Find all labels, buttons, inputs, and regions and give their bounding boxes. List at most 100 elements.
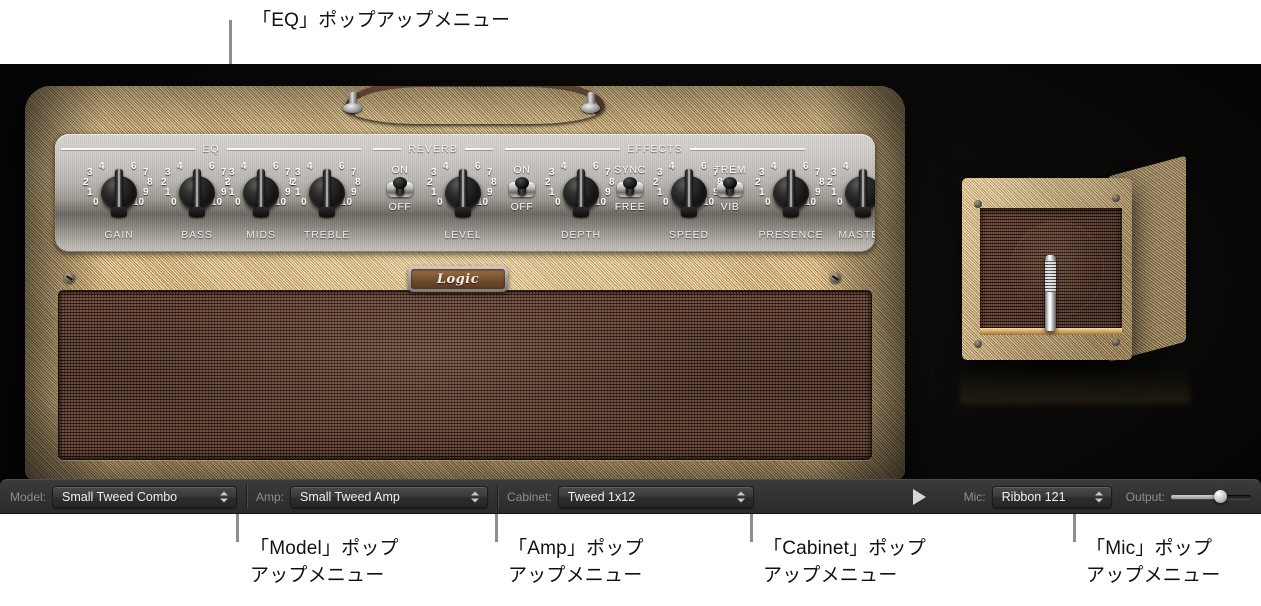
scale-3: 3 (87, 167, 93, 178)
scale-4: 4 (771, 161, 777, 172)
logic-wordmark: Logic (436, 271, 480, 287)
scale-6: 6 (475, 161, 481, 172)
toggle-reverb-onoff[interactable]: ON OFF (377, 164, 423, 213)
knob-master[interactable]: 0 1 2 3 4 6 7 8 9 10 MASTER (827, 162, 875, 241)
scale-3: 3 (431, 167, 437, 178)
section-rule-left (61, 148, 196, 150)
scale-6: 6 (339, 161, 345, 172)
section-label-reverb: REVERB (408, 143, 458, 155)
toggle-bottom-label: FREE (614, 201, 646, 213)
knob-presence[interactable]: 0 1 2 3 4 6 7 8 9 10 PRESENCE (755, 162, 827, 242)
slider-thumb[interactable] (1214, 490, 1228, 503)
scale-1: 1 (431, 187, 437, 198)
chevron-updown-icon (736, 491, 745, 502)
callout-model: 「Model」ポップ アップメニュー (250, 538, 399, 586)
amp-head-cabinet: EQ REVERB EFFECTS 0 1 2 3 4 6 7 8 9 10 G… (25, 86, 905, 480)
scale-0: 0 (171, 197, 177, 208)
scale-6: 6 (273, 161, 279, 172)
scale-2: 2 (545, 177, 551, 188)
knob-bass[interactable]: 0 1 2 3 4 6 7 8 9 10 BASS (161, 162, 233, 242)
scale-2: 2 (83, 177, 89, 188)
knob-label: GAIN (104, 229, 134, 241)
knob-level[interactable]: 0 1 2 3 4 6 7 8 9 10 LEVEL (427, 162, 499, 242)
screenshot-root: 「EQ」ポップアップメニュー EQ REVERB EFFECTS 0 1 2 3… (0, 0, 1261, 606)
cabinet-screw-bottom-left (974, 340, 982, 348)
knob-dial[interactable]: 0 1 2 3 4 6 7 8 9 10 (225, 162, 297, 228)
scale-3: 3 (229, 167, 235, 178)
toggle-switch[interactable] (507, 177, 537, 201)
knob-dial[interactable]: 0 1 2 3 4 6 7 8 9 10 (827, 162, 875, 228)
knob-label: LEVEL (444, 229, 482, 241)
amp-value: Small Tweed Amp (300, 489, 400, 504)
scale-3: 3 (759, 167, 765, 178)
section-header-eq[interactable]: EQ (61, 143, 361, 155)
model-value: Small Tweed Combo (62, 489, 178, 504)
scale-1: 1 (87, 187, 93, 198)
output-level-slider[interactable] (1171, 488, 1251, 506)
cabinet-floor-reflection (960, 360, 1190, 404)
scale-1: 1 (165, 187, 171, 198)
scale-1: 1 (759, 187, 765, 198)
cabinet-screw-top-left (974, 200, 982, 208)
cabinet-screw-top-right (1112, 194, 1120, 202)
chevron-updown-icon (220, 491, 229, 502)
amp-label: Amp: (256, 489, 285, 504)
knob-gain[interactable]: 0 1 2 3 4 6 7 8 9 10 GAIN (83, 162, 155, 242)
scale-6: 6 (131, 161, 137, 172)
mic-popup-menu[interactable]: Ribbon 121 (991, 485, 1112, 508)
knob-dial[interactable]: 0 1 2 3 4 6 7 8 9 10 (291, 162, 363, 228)
callout-eq: 「EQ」ポップアップメニュー (252, 10, 511, 31)
scale-0: 0 (235, 197, 241, 208)
amp-popup-menu[interactable]: Small Tweed Amp (290, 485, 489, 508)
scale-6: 6 (209, 161, 215, 172)
toggle-effects-onoff[interactable]: ON OFF (499, 164, 545, 213)
model-popup-menu[interactable]: Small Tweed Combo (52, 485, 238, 508)
amp-designer-plugin-window: EQ REVERB EFFECTS 0 1 2 3 4 6 7 8 9 10 G… (0, 64, 1261, 514)
output-label: Output: (1125, 489, 1165, 504)
knob-label: DEPTH (560, 229, 602, 241)
toggle-top-label: TREM (713, 164, 747, 176)
toggle-switch[interactable] (385, 177, 415, 201)
toolbar-separator (246, 484, 248, 509)
section-rule-right (464, 148, 493, 150)
scale-0: 0 (437, 197, 443, 208)
toggle-switch[interactable] (615, 177, 645, 201)
callout-cabinet: 「Cabinet」ポップ アップメニュー (763, 538, 926, 586)
speaker-cabinet (958, 155, 1190, 363)
toggle-top-label: SYNC (614, 164, 646, 176)
knob-label: SPEED (668, 229, 710, 241)
ribbon-microphone[interactable] (1045, 255, 1056, 331)
toggle-bottom-label: VIB (720, 201, 740, 213)
knob-dial[interactable]: 0 1 2 3 4 6 7 8 9 10 (427, 162, 499, 228)
scale-0: 0 (555, 197, 561, 208)
handle-mount-right (581, 92, 600, 114)
play-icon[interactable] (912, 488, 926, 505)
knob-dial[interactable]: 0 1 2 3 4 6 7 8 9 10 (83, 162, 155, 228)
knob-pointer (253, 169, 269, 217)
toggle-switch[interactable] (715, 177, 745, 201)
knob-pointer (855, 169, 871, 217)
cabinet-popup-menu[interactable]: Tweed 1x12 (557, 485, 754, 508)
leader-line-amp (495, 514, 498, 542)
knob-treble[interactable]: 0 1 2 3 4 6 7 8 9 10 TREBLE (291, 162, 363, 242)
toggle-trem-vib[interactable]: TREM VIB (707, 164, 753, 213)
knob-dial[interactable]: 0 1 2 3 4 6 7 8 9 10 (755, 162, 827, 228)
toggle-sync-free[interactable]: SYNC FREE (607, 164, 653, 213)
knob-dial[interactable]: 0 1 2 3 4 6 7 8 9 10 (161, 162, 233, 228)
handle-mount-left (343, 92, 362, 114)
knob-pointer (783, 169, 799, 217)
scale-4: 4 (307, 161, 313, 172)
scale-1: 1 (657, 187, 663, 198)
toggle-top-label: ON (391, 164, 409, 176)
panel-screw-right (830, 272, 841, 283)
plugin-bottom-toolbar: Model: Small Tweed Combo Amp: Small Twee… (0, 479, 1261, 514)
knob-mids[interactable]: 0 1 2 3 4 6 7 8 9 10 MIDS (225, 162, 297, 242)
scale-4: 4 (843, 161, 849, 172)
chevron-updown-icon (1094, 491, 1103, 502)
knob-pointer (111, 169, 127, 217)
scale-1: 1 (831, 187, 837, 198)
toggle-bottom-label: OFF (388, 201, 412, 213)
knob-pointer (319, 169, 335, 217)
knob-pointer (573, 169, 589, 217)
toggle-top-label: ON (513, 164, 531, 176)
